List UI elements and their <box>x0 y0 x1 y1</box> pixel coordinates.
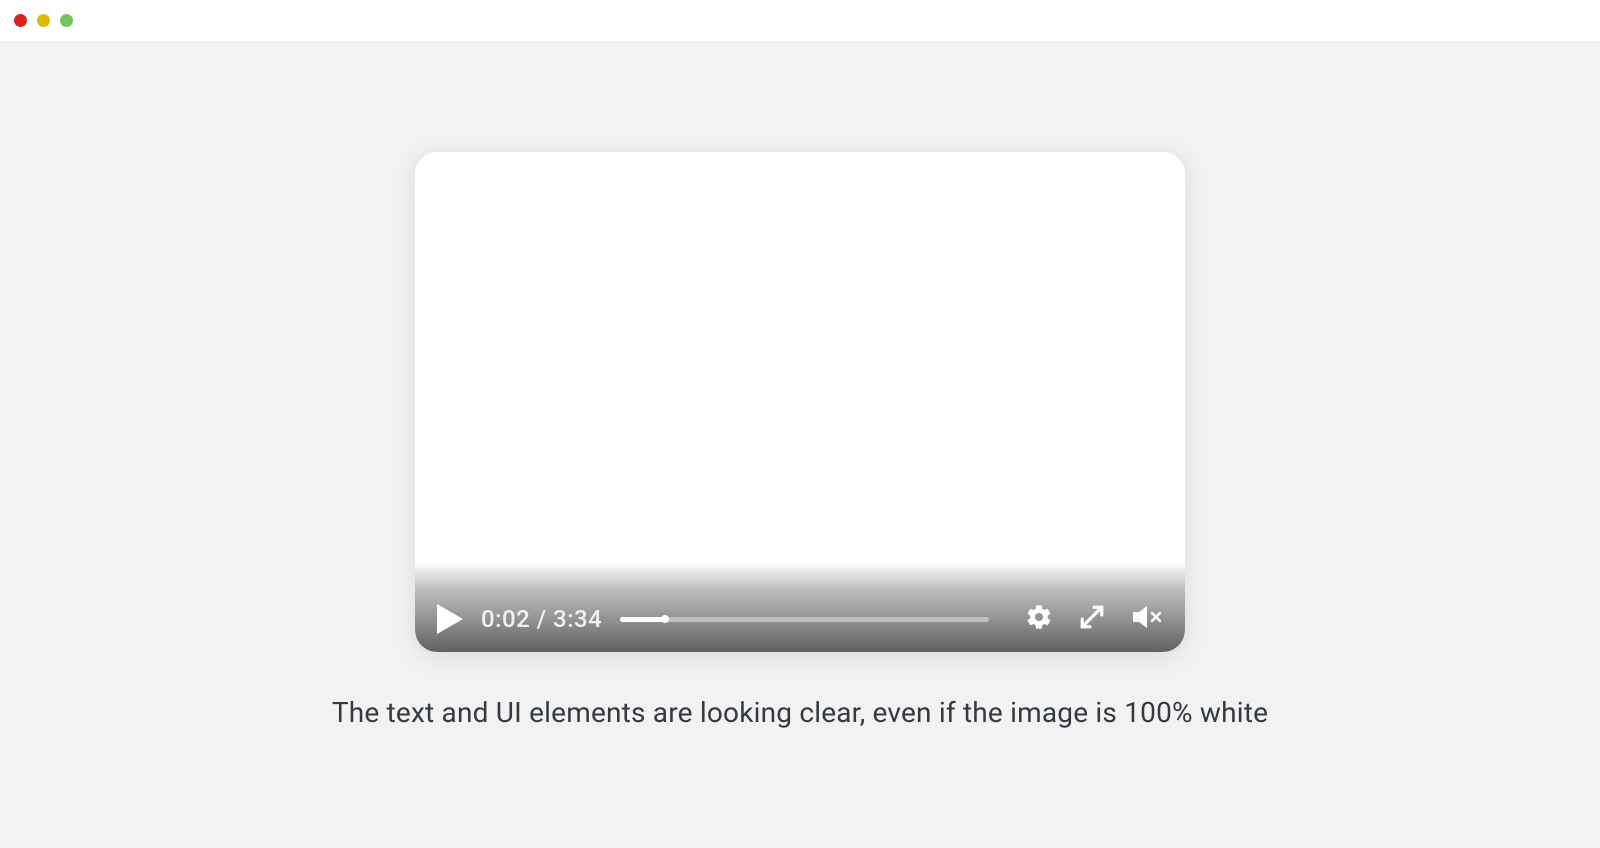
play-icon <box>437 604 463 634</box>
speaker-muted-icon <box>1131 603 1163 631</box>
video-duration: 3:34 <box>553 605 602 633</box>
fullscreen-button[interactable] <box>1079 604 1105 634</box>
close-icon[interactable] <box>14 14 27 27</box>
page-content: 0:02 / 3:34 <box>0 42 1600 729</box>
video-progress-knob[interactable] <box>661 615 669 623</box>
mute-button[interactable] <box>1131 603 1163 635</box>
caption-text: The text and UI elements are looking cle… <box>332 696 1268 729</box>
minimize-icon[interactable] <box>37 14 50 27</box>
video-player: 0:02 / 3:34 <box>415 152 1185 652</box>
video-controls-row: 0:02 / 3:34 <box>415 594 1185 652</box>
video-progress-bar[interactable] <box>620 617 989 622</box>
settings-button[interactable] <box>1025 603 1053 635</box>
video-progress-fill <box>620 617 664 622</box>
video-current-time: 0:02 <box>481 605 530 633</box>
video-time-display: 0:02 / 3:34 <box>481 605 602 633</box>
zoom-icon[interactable] <box>60 14 73 27</box>
window-titlebar <box>0 0 1600 42</box>
video-right-controls <box>1025 603 1163 635</box>
video-controls-overlay: 0:02 / 3:34 <box>415 562 1185 652</box>
play-button[interactable] <box>437 604 463 634</box>
fullscreen-icon <box>1079 604 1105 630</box>
traffic-lights <box>14 14 73 27</box>
video-time-separator: / <box>530 605 553 633</box>
gear-icon <box>1025 603 1053 631</box>
